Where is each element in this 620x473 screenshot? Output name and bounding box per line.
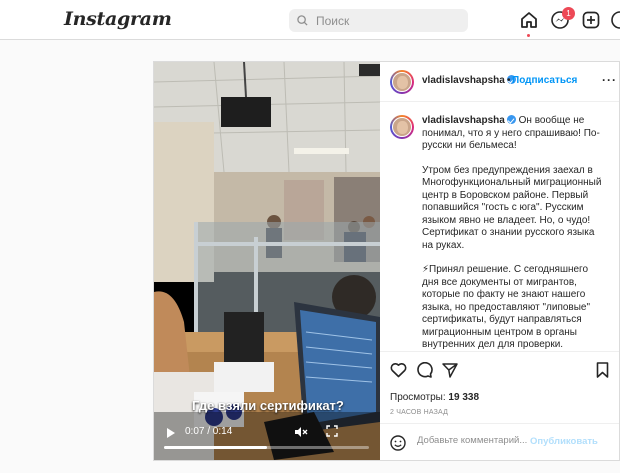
caption-paragraph: vladislavshapsha Он вообще не понимал, ч… — [422, 115, 602, 153]
explore-icon[interactable] — [610, 10, 620, 30]
save-icon[interactable] — [596, 362, 609, 378]
views-number: 19 338 — [448, 392, 480, 403]
post-header: vladislavshapsha • Подписаться ··· — [380, 62, 619, 102]
post-username[interactable]: vladislavshapsha — [422, 75, 516, 86]
username-text[interactable]: vladislavshapsha — [422, 75, 505, 86]
mute-icon[interactable] — [294, 425, 308, 439]
notification-badge: 1 — [562, 7, 575, 20]
post-card: Где взяли сертификат? 0:07 / 0:14 vladis… — [153, 61, 620, 461]
share-icon[interactable] — [442, 362, 458, 378]
home-active-dot — [527, 34, 530, 37]
comment-icon[interactable] — [416, 362, 433, 378]
search-icon — [297, 15, 308, 26]
follow-button[interactable]: Подписаться — [512, 75, 577, 86]
search-box[interactable] — [289, 9, 468, 32]
like-icon[interactable] — [390, 362, 407, 378]
post-caption: vladislavshapsha Он вообще не понимал, ч… — [422, 115, 602, 351]
avatar[interactable] — [390, 70, 414, 94]
video-progress-bar[interactable] — [164, 446, 369, 449]
instagram-logo[interactable]: Instagram — [64, 8, 172, 30]
new-post-icon[interactable] — [581, 10, 601, 30]
search-input[interactable] — [316, 13, 456, 28]
post-video[interactable]: Где взяли сертификат? 0:07 / 0:14 — [154, 62, 380, 460]
caption-username[interactable]: vladislavshapsha — [422, 115, 505, 126]
comment-input[interactable] — [417, 435, 530, 446]
views-label: Просмотры: — [390, 392, 446, 403]
post-sidebar: vladislavshapsha • Подписаться ··· vladi… — [380, 62, 619, 460]
emoji-icon[interactable] — [390, 435, 406, 451]
post-actions: Просмотры: 19 338 2 ЧАСОВ НАЗАД Опублико… — [380, 351, 619, 461]
video-time: 0:07 / 0:14 — [185, 426, 233, 437]
caption-paragraph: ⚡Принял решение. С сегодняшнего дня все … — [422, 264, 591, 350]
home-icon[interactable] — [519, 10, 539, 30]
caption-paragraph: Утром без предупреждения заехал в Многоф… — [422, 164, 602, 251]
fullscreen-icon[interactable] — [326, 425, 338, 437]
video-controls: 0:07 / 0:14 — [154, 420, 380, 460]
video-progress-fill — [164, 446, 267, 449]
caption-avatar[interactable] — [390, 115, 414, 139]
verified-icon — [506, 115, 516, 124]
add-comment-row: Опубликовать — [380, 423, 619, 461]
post-timestamp[interactable]: 2 ЧАСОВ НАЗАД — [390, 409, 448, 416]
views-count[interactable]: Просмотры: 19 338 — [390, 392, 479, 403]
publish-button[interactable]: Опубликовать — [530, 436, 598, 447]
play-icon[interactable] — [166, 427, 176, 439]
more-options-icon[interactable]: ··· — [602, 73, 617, 87]
caption-area: vladislavshapsha Он вообще не понимал, ч… — [380, 103, 619, 351]
separator-dot: • — [507, 75, 511, 86]
top-nav-bar: Instagram 1 — [0, 0, 620, 40]
video-subtitle: Где взяли сертификат? — [192, 398, 344, 413]
